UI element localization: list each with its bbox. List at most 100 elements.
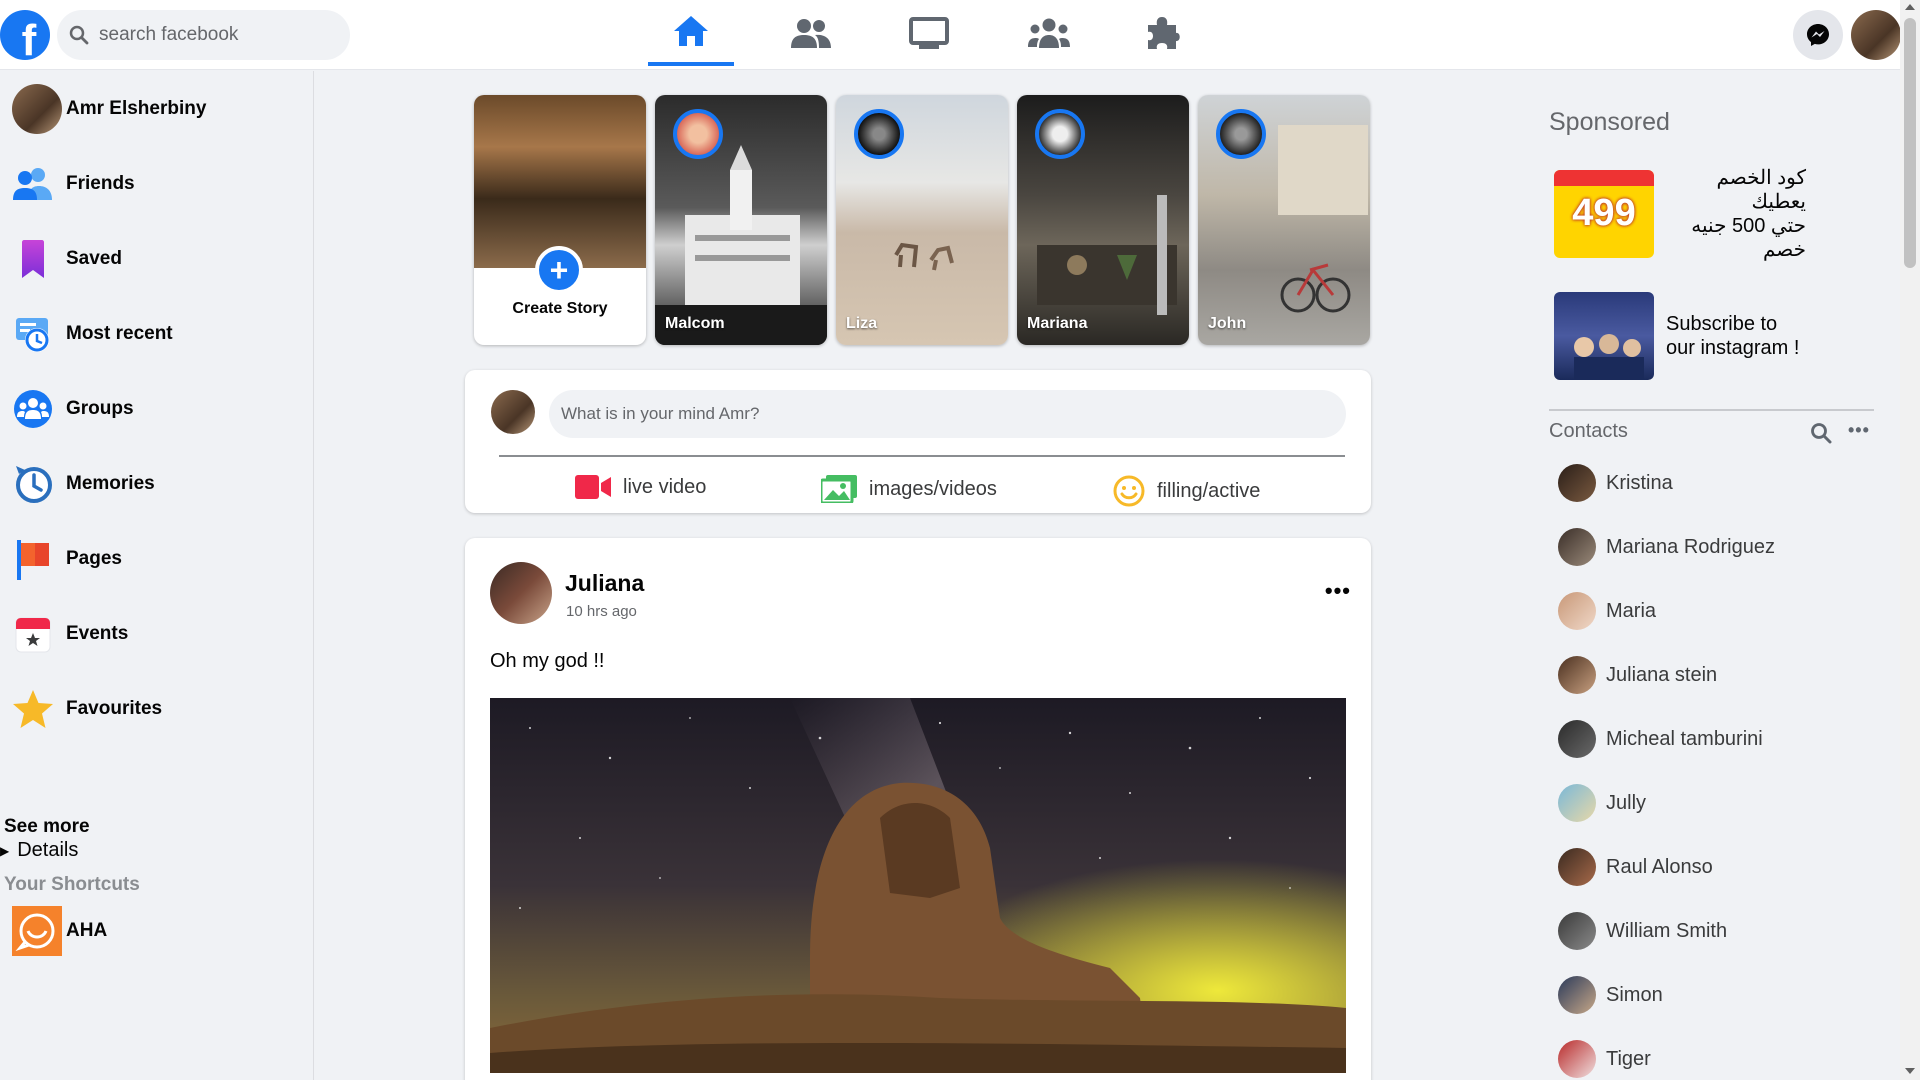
feed-post: Juliana 10 hrs ago ••• Oh my god !! (465, 538, 1371, 1080)
ad-thumbnail: 499 (1554, 170, 1654, 258)
post-more-options-icon[interactable]: ••• (1325, 578, 1351, 604)
ad-text-line: كود الخصم يعطيك (1716, 167, 1806, 213)
contact-avatar (1558, 528, 1596, 566)
contact-name: Jully (1606, 791, 1647, 814)
groups-icon (1028, 18, 1070, 48)
story-card[interactable]: Malcom (655, 95, 827, 345)
facebook-logo[interactable]: f (0, 10, 50, 60)
story-name: Mariana (1027, 315, 1088, 332)
details-label: Details (17, 839, 79, 861)
contact-name: Micheal tamburini (1606, 727, 1763, 750)
sponsored-ad[interactable]: 499 كود الخصم يعطيك حتي 500 جنيه خصم (1554, 166, 1806, 262)
sidebar-item-favourites[interactable]: Favourites (12, 683, 162, 735)
post-image[interactable] (490, 698, 1346, 1073)
post-timestamp[interactable]: 10 hrs ago (566, 603, 637, 620)
search-icon[interactable] (1810, 422, 1832, 444)
contacts-more-options-icon[interactable]: ••• (1848, 420, 1870, 441)
tab-groups[interactable] (1006, 0, 1092, 66)
tab-home[interactable] (648, 0, 734, 66)
live-video-button[interactable]: live video (575, 475, 706, 499)
flag-icon (12, 538, 54, 580)
smiley-icon (1113, 475, 1145, 507)
scroll-up-arrow-icon[interactable] (1905, 4, 1915, 10)
sidebar-item-label: Favourites (66, 698, 163, 719)
sidebar-item-friends[interactable]: Friends (12, 158, 135, 210)
see-more-link[interactable]: See more (4, 816, 90, 838)
create-story-card[interactable]: + Create Story (474, 95, 646, 345)
story-name: Liza (846, 315, 878, 332)
search-box[interactable] (57, 10, 350, 60)
sidebar-item-groups[interactable]: Groups (12, 383, 134, 435)
story-card[interactable]: Mariana (1017, 95, 1189, 345)
page-scrollbar[interactable] (1900, 0, 1920, 1080)
contact-item[interactable]: Micheal tamburini (1558, 718, 1763, 760)
tab-gaming[interactable] (1120, 0, 1206, 66)
search-input[interactable] (99, 24, 329, 46)
photo-icon (821, 475, 857, 503)
details-toggle[interactable]: ▶ Details (0, 839, 78, 862)
images-videos-button[interactable]: images/videos (821, 475, 997, 503)
sidebar-item-memories[interactable]: Memories (12, 458, 155, 510)
contact-item[interactable]: Raul Alonso (1558, 846, 1713, 888)
scrollbar-thumb[interactable] (1904, 18, 1916, 268)
contact-item[interactable]: Maria (1558, 590, 1656, 632)
sidebar-item-most-recent[interactable]: Most recent (12, 308, 173, 360)
feeling-activity-button[interactable]: filling/active (1113, 475, 1260, 507)
contact-avatar (1558, 848, 1596, 886)
contact-name: Simon (1606, 983, 1663, 1006)
post-author-avatar[interactable] (490, 562, 552, 624)
add-story-icon[interactable]: + (535, 246, 583, 294)
contact-name: Kristina (1606, 471, 1673, 494)
contact-item[interactable]: Jully (1558, 782, 1646, 824)
sidebar-item-events[interactable]: Events (12, 608, 128, 660)
ad-text-line: Subscribe to (1666, 313, 1778, 335)
profile-link[interactable]: Amr Elsherbiny (12, 83, 206, 135)
sidebar-item-saved[interactable]: Saved (12, 233, 122, 285)
action-label: live video (623, 475, 707, 498)
composer-input[interactable] (549, 390, 1346, 438)
contact-name: Raul Alonso (1606, 855, 1713, 878)
story-card[interactable]: Liza (836, 95, 1008, 345)
post-composer: live video images/videos filling/active (465, 370, 1371, 513)
contact-item[interactable]: Juliana stein (1558, 654, 1717, 696)
sponsored-ad[interactable]: Subscribe to our instagram ! (1554, 292, 1799, 380)
contacts-heading: Contacts (1549, 420, 1628, 442)
contact-avatar (1558, 656, 1596, 694)
sponsored-heading: Sponsored (1549, 108, 1670, 136)
sidebar-item-label: Most recent (66, 323, 173, 344)
action-label: images/videos (869, 477, 997, 500)
contact-item[interactable]: Simon (1558, 974, 1663, 1016)
contact-avatar (1558, 464, 1596, 502)
contact-name: Maria (1606, 599, 1657, 622)
contact-avatar (1558, 720, 1596, 758)
story-image (894, 242, 954, 271)
clock-feed-icon (12, 313, 54, 355)
friends-icon (12, 163, 54, 205)
contact-item[interactable]: Mariana Rodriguez (1558, 526, 1775, 568)
sidebar-item-pages[interactable]: Pages (12, 533, 122, 585)
story-card[interactable]: John (1198, 95, 1370, 345)
story-name: Malcom (665, 315, 725, 332)
shortcut-item-aha[interactable]: AHA (12, 905, 107, 957)
account-avatar[interactable] (1851, 10, 1901, 60)
ad-price-badge: 499 (1572, 192, 1636, 234)
post-author-name[interactable]: Juliana (565, 570, 644, 597)
aha-icon (12, 906, 62, 956)
contact-item[interactable]: Kristina (1558, 462, 1673, 504)
scroll-down-arrow-icon[interactable] (1905, 1068, 1915, 1074)
ad-text: كود الخصم يعطيك حتي 500 جنيه خصم (1666, 166, 1806, 262)
ad-banner-stripe (1554, 170, 1654, 186)
contact-item[interactable]: William Smith (1558, 910, 1727, 952)
sidebar-item-label: Friends (66, 173, 135, 194)
messenger-icon (1807, 24, 1829, 46)
messenger-button[interactable] (1793, 10, 1843, 60)
contact-name: William Smith (1606, 919, 1728, 942)
disclosure-triangle-icon: ▶ (0, 843, 10, 858)
contact-item[interactable]: Tiger (1558, 1038, 1651, 1080)
search-icon (69, 25, 89, 45)
ad-text-line: our instagram ! (1666, 337, 1800, 359)
tab-friends[interactable] (768, 0, 854, 66)
sidebar-item-label: Groups (66, 398, 134, 419)
tab-watch[interactable] (886, 0, 972, 66)
contact-name: Mariana Rodriguez (1606, 535, 1775, 558)
